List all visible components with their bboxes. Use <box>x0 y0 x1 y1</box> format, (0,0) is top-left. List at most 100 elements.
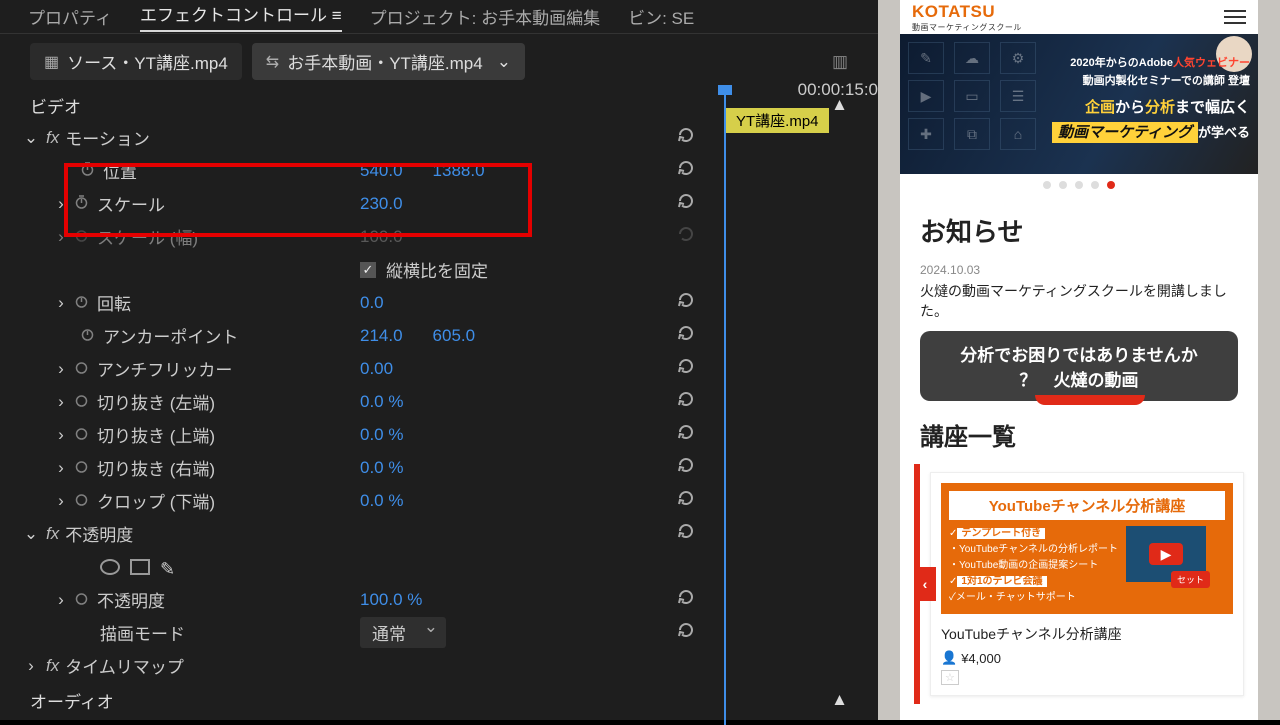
dot-1[interactable] <box>1043 181 1051 189</box>
stopwatch-icon[interactable] <box>74 194 89 214</box>
property-rotation[interactable]: › 回転 0.0 <box>0 286 878 319</box>
dot-2[interactable] <box>1059 181 1067 189</box>
reset-icon[interactable] <box>676 587 696 612</box>
tab-project[interactable]: プロジェクト: お手本動画編集 <box>370 4 600 29</box>
expand-icon[interactable]: › <box>52 392 70 412</box>
brand-logo[interactable]: KOTATSU動画マーケティングスクール <box>912 2 1022 33</box>
expand-icon[interactable]: ⌄ <box>22 524 40 544</box>
stopwatch-icon[interactable] <box>74 359 89 379</box>
tab-effect-controls[interactable]: エフェクトコントロール ≡ <box>140 1 342 32</box>
stopwatch-icon[interactable] <box>74 392 89 412</box>
set-badge: セット <box>1171 571 1210 588</box>
opacity-section[interactable]: ⌄fx不透明度 <box>0 517 878 550</box>
stopwatch-icon[interactable] <box>80 161 95 181</box>
checkbox-icon[interactable]: ✓ <box>360 262 376 278</box>
tab-label: エフェクトコントロール <box>140 6 327 25</box>
reset-icon[interactable] <box>676 158 696 183</box>
tab-properties[interactable]: プロパティ <box>28 4 112 29</box>
uniform-scale-row[interactable]: ✓縦横比を固定 <box>0 253 878 286</box>
reset-icon[interactable] <box>676 356 696 381</box>
reset-icon[interactable] <box>676 521 696 546</box>
expand-icon[interactable]: ⌄ <box>22 128 40 148</box>
property-scale[interactable]: › スケール 230.0 <box>0 187 878 220</box>
position-label: 位置 <box>103 158 137 183</box>
stopwatch-icon[interactable] <box>74 293 89 313</box>
expand-icon[interactable]: › <box>22 656 40 676</box>
reset-icon[interactable] <box>676 455 696 480</box>
stopwatch-icon[interactable] <box>74 425 89 445</box>
carousel-dots[interactable] <box>900 174 1258 196</box>
tab-bin[interactable]: ビン: SE <box>628 4 694 29</box>
expand-icon[interactable]: › <box>52 425 70 445</box>
crop-t-value[interactable]: 0.0 % <box>360 425 403 445</box>
stopwatch-icon[interactable] <box>80 326 95 346</box>
reset-icon[interactable] <box>676 191 696 216</box>
property-position[interactable]: 位置 540.0 1388.0 <box>0 154 878 187</box>
property-crop-top[interactable]: › 切り抜き (上端) 0.0 % <box>0 418 878 451</box>
reset-icon[interactable] <box>676 488 696 513</box>
expand-icon[interactable]: › <box>52 194 70 214</box>
rect-mask-icon[interactable] <box>130 559 150 575</box>
anchor-y[interactable]: 605.0 <box>433 326 476 346</box>
favorite-star-icon[interactable]: ☆ <box>941 670 959 685</box>
person-icon: 👤 <box>941 650 957 666</box>
crop-l-value[interactable]: 0.0 % <box>360 392 403 412</box>
scale-value[interactable]: 230.0 <box>360 194 403 214</box>
property-anchor[interactable]: アンカーポイント 214.0605.0 <box>0 319 878 352</box>
expand-icon[interactable]: › <box>52 590 70 610</box>
hero-banner[interactable]: ✎☁⚙ ▶▭☰ ✚⧉⌂ 2020年からのAdobe人気ウェビナー 動画内製化セミ… <box>900 34 1258 174</box>
carousel-prev-icon[interactable]: ‹ <box>914 567 936 601</box>
property-crop-left[interactable]: › 切り抜き (左端) 0.0 % <box>0 385 878 418</box>
source-label: ソース・YT講座.mp4 <box>67 49 228 74</box>
expand-icon[interactable]: › <box>52 359 70 379</box>
position-x[interactable]: 540.0 <box>360 161 403 181</box>
property-antiflicker[interactable]: › アンチフリッカー 0.00 <box>0 352 878 385</box>
antiflicker-value[interactable]: 0.00 <box>360 359 393 379</box>
reset-icon[interactable] <box>676 389 696 414</box>
property-blend-mode[interactable]: 描画モード 通常 <box>0 616 878 649</box>
reset-icon[interactable] <box>676 125 696 150</box>
anchor-x[interactable]: 214.0 <box>360 326 403 346</box>
master-chip[interactable]: ⇆お手本動画・YT講座.mp4⌄ <box>252 43 525 80</box>
rotation-value[interactable]: 0.0 <box>360 293 384 313</box>
stopwatch-icon[interactable] <box>74 458 89 478</box>
timeremap-section[interactable]: ›fxタイムリマップ <box>0 649 878 682</box>
property-opacity[interactable]: › 不透明度 100.0 % <box>0 583 878 616</box>
collapse-icon[interactable]: ▲ <box>831 690 848 710</box>
timeline-clip[interactable]: YT講座.mp4 <box>726 108 829 133</box>
playhead-icon[interactable] <box>718 85 732 725</box>
course-banner: YouTubeチャンネル分析講座 ✓テンプレート付き ・YouTubeチャンネル… <box>941 483 1233 614</box>
pen-mask-icon[interactable]: ✎ <box>160 559 180 575</box>
position-y[interactable]: 1388.0 <box>433 161 485 181</box>
stopwatch-icon[interactable] <box>74 590 89 610</box>
phone-screen: KOTATSU動画マーケティングスクール ✎☁⚙ ▶▭☰ ✚⧉⌂ 2020年から… <box>900 0 1258 720</box>
menu-icon[interactable]: ≡ <box>332 6 342 25</box>
callout-bubble[interactable]: 分析でお困りではありませんか ？ 火燵の動画 <box>920 331 1238 401</box>
scale-w-value: 100.0 <box>360 227 403 247</box>
hamburger-icon[interactable] <box>1224 10 1246 24</box>
property-crop-bottom[interactable]: › クロップ (下端) 0.0 % <box>0 484 878 517</box>
master-label: お手本動画・YT講座.mp4 <box>287 49 483 74</box>
opacity-value[interactable]: 100.0 % <box>360 590 422 610</box>
expand-icon[interactable]: › <box>52 458 70 478</box>
blend-mode-select[interactable]: 通常 <box>360 617 446 648</box>
news-section: お知らせ 2024.10.03 火燵の動画マーケティングスクールを開講しました。 <box>900 196 1258 321</box>
dot-5[interactable] <box>1107 181 1115 189</box>
course-card[interactable]: YouTubeチャンネル分析講座 ✓テンプレート付き ・YouTubeチャンネル… <box>930 472 1244 696</box>
stopwatch-icon[interactable] <box>74 491 89 511</box>
news-body[interactable]: 火燵の動画マーケティングスクールを開講しました。 <box>920 281 1238 321</box>
reset-icon[interactable] <box>676 290 696 315</box>
dot-4[interactable] <box>1091 181 1099 189</box>
source-chip[interactable]: ▦ソース・YT講座.mp4 <box>30 43 242 80</box>
premiere-panel: プロパティ エフェクトコントロール ≡ プロジェクト: お手本動画編集 ビン: … <box>0 0 878 720</box>
expand-icon[interactable]: › <box>52 293 70 313</box>
reset-icon[interactable] <box>676 620 696 645</box>
crop-b-value[interactable]: 0.0 % <box>360 491 403 511</box>
expand-icon[interactable]: › <box>52 491 70 511</box>
ellipse-mask-icon[interactable] <box>100 559 120 575</box>
reset-icon[interactable] <box>676 323 696 348</box>
crop-r-value[interactable]: 0.0 % <box>360 458 403 478</box>
property-crop-right[interactable]: › 切り抜き (右端) 0.0 % <box>0 451 878 484</box>
dot-3[interactable] <box>1075 181 1083 189</box>
reset-icon[interactable] <box>676 422 696 447</box>
